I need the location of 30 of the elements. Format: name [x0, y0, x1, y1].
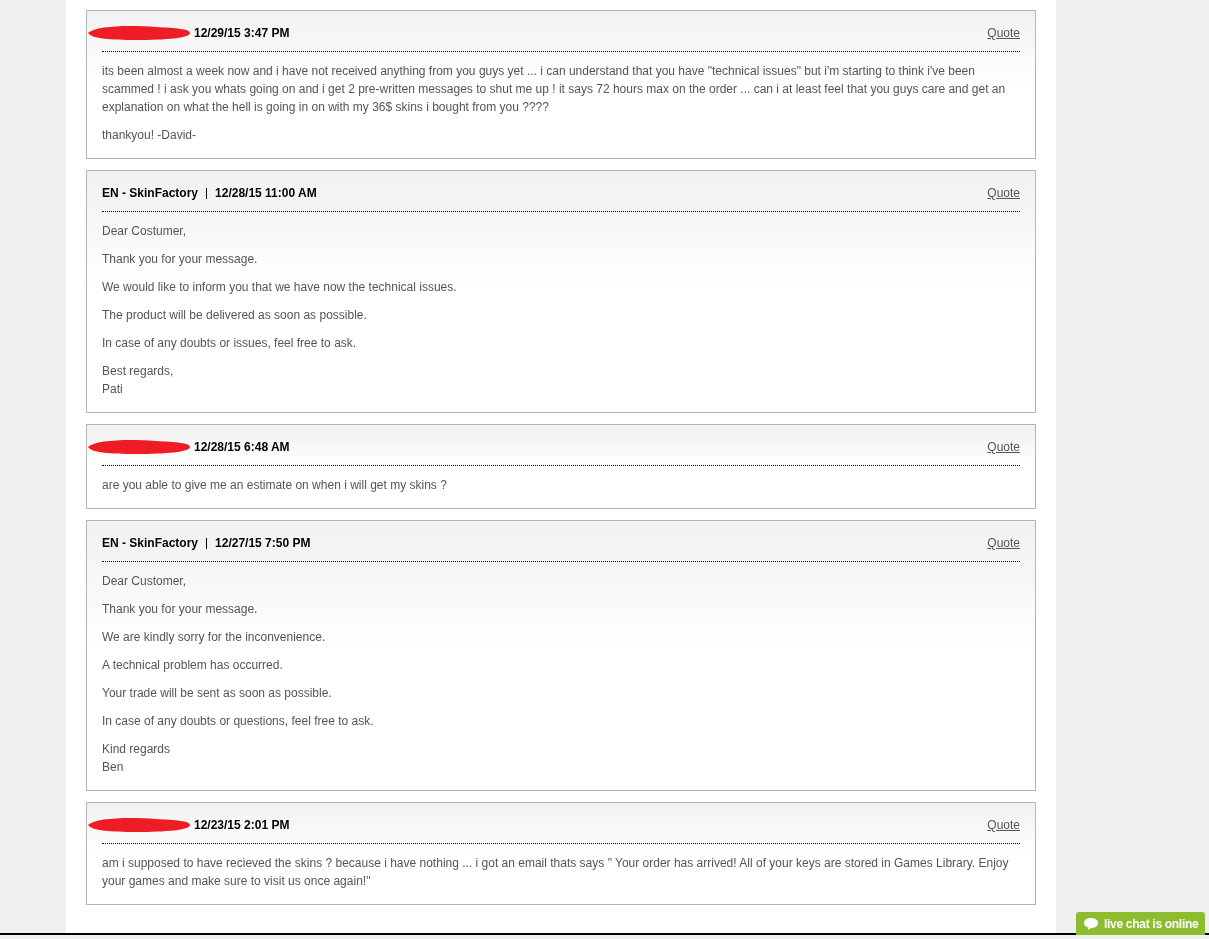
quote-link[interactable]: Quote [987, 534, 1020, 552]
post-date: 12/23/15 2:01 PM [194, 817, 290, 834]
post-date: 12/28/15 6:48 AM [194, 439, 290, 456]
message-paragraph: are you able to give me an estimate on when i will get my skins ? [102, 477, 448, 494]
quote-link[interactable]: Quote [987, 438, 1020, 456]
post-date: 12/29/15 3:47 PM [194, 25, 290, 42]
message-paragraph: In case of any doubts or issues, feel free to ask. [102, 335, 358, 352]
message-paragraph: We would like to inform you that we have now the technical issues. [102, 279, 458, 296]
quote-link[interactable]: Quote [987, 24, 1020, 42]
message-paragraph: Thank you for your message. [102, 601, 259, 618]
message-paragraph: thankyou! -David- [102, 127, 198, 144]
message-paragraph: Best regards, Pati [102, 363, 175, 398]
post-author: EN - SkinFactory [102, 185, 199, 202]
message-paragraph: Dear Costumer, [102, 223, 188, 240]
message-paragraph: A technical problem has occurred. [102, 657, 284, 674]
message-paragraph: The product will be delivered as soon as possible. [102, 307, 368, 324]
post-author: EN - SkinFactory [102, 535, 199, 552]
message-paragraph: Thank you for your message. [102, 251, 259, 268]
message-paragraph: In case of any doubts or questions, feel free to ask. [102, 713, 375, 730]
message-paragraph: am i supposed to have recieved the skins ? because i have nothing ... i got an email thats says " Your order has arrived! All of your keys are stored in Games Library. Enjoy your games and make sure to visit us once again!" [102, 855, 1010, 890]
message-paragraph: Your trade will be sent as soon as possible. [102, 685, 333, 702]
post-date: 12/27/15 7:50 PM [215, 535, 311, 552]
quote-link[interactable]: Quote [987, 816, 1020, 834]
message-paragraph: its been almost a week now and i have not received anything from you guys yet ... i can understand that you have "technical issues" but i'm starting to think i've been scammed ! i ask you whats going on and i get 2 pre-written messages to shut me up ! it says 72 hours max on the order ... can i at least feel that you guys care and get an explanation on what the hell is going in on with my 36$ skins i bought from you ???? [102, 63, 1007, 116]
speech-bubble-icon [1083, 916, 1099, 931]
message-paragraph: Kind regards Ben [102, 741, 172, 776]
post-date: 12/28/15 11:00 AM [215, 185, 317, 202]
quote-link[interactable]: Quote [987, 184, 1020, 202]
message-paragraph: Dear Customer, [102, 573, 188, 590]
message-paragraph: We are kindly sorry for the inconvenience. [102, 629, 327, 646]
